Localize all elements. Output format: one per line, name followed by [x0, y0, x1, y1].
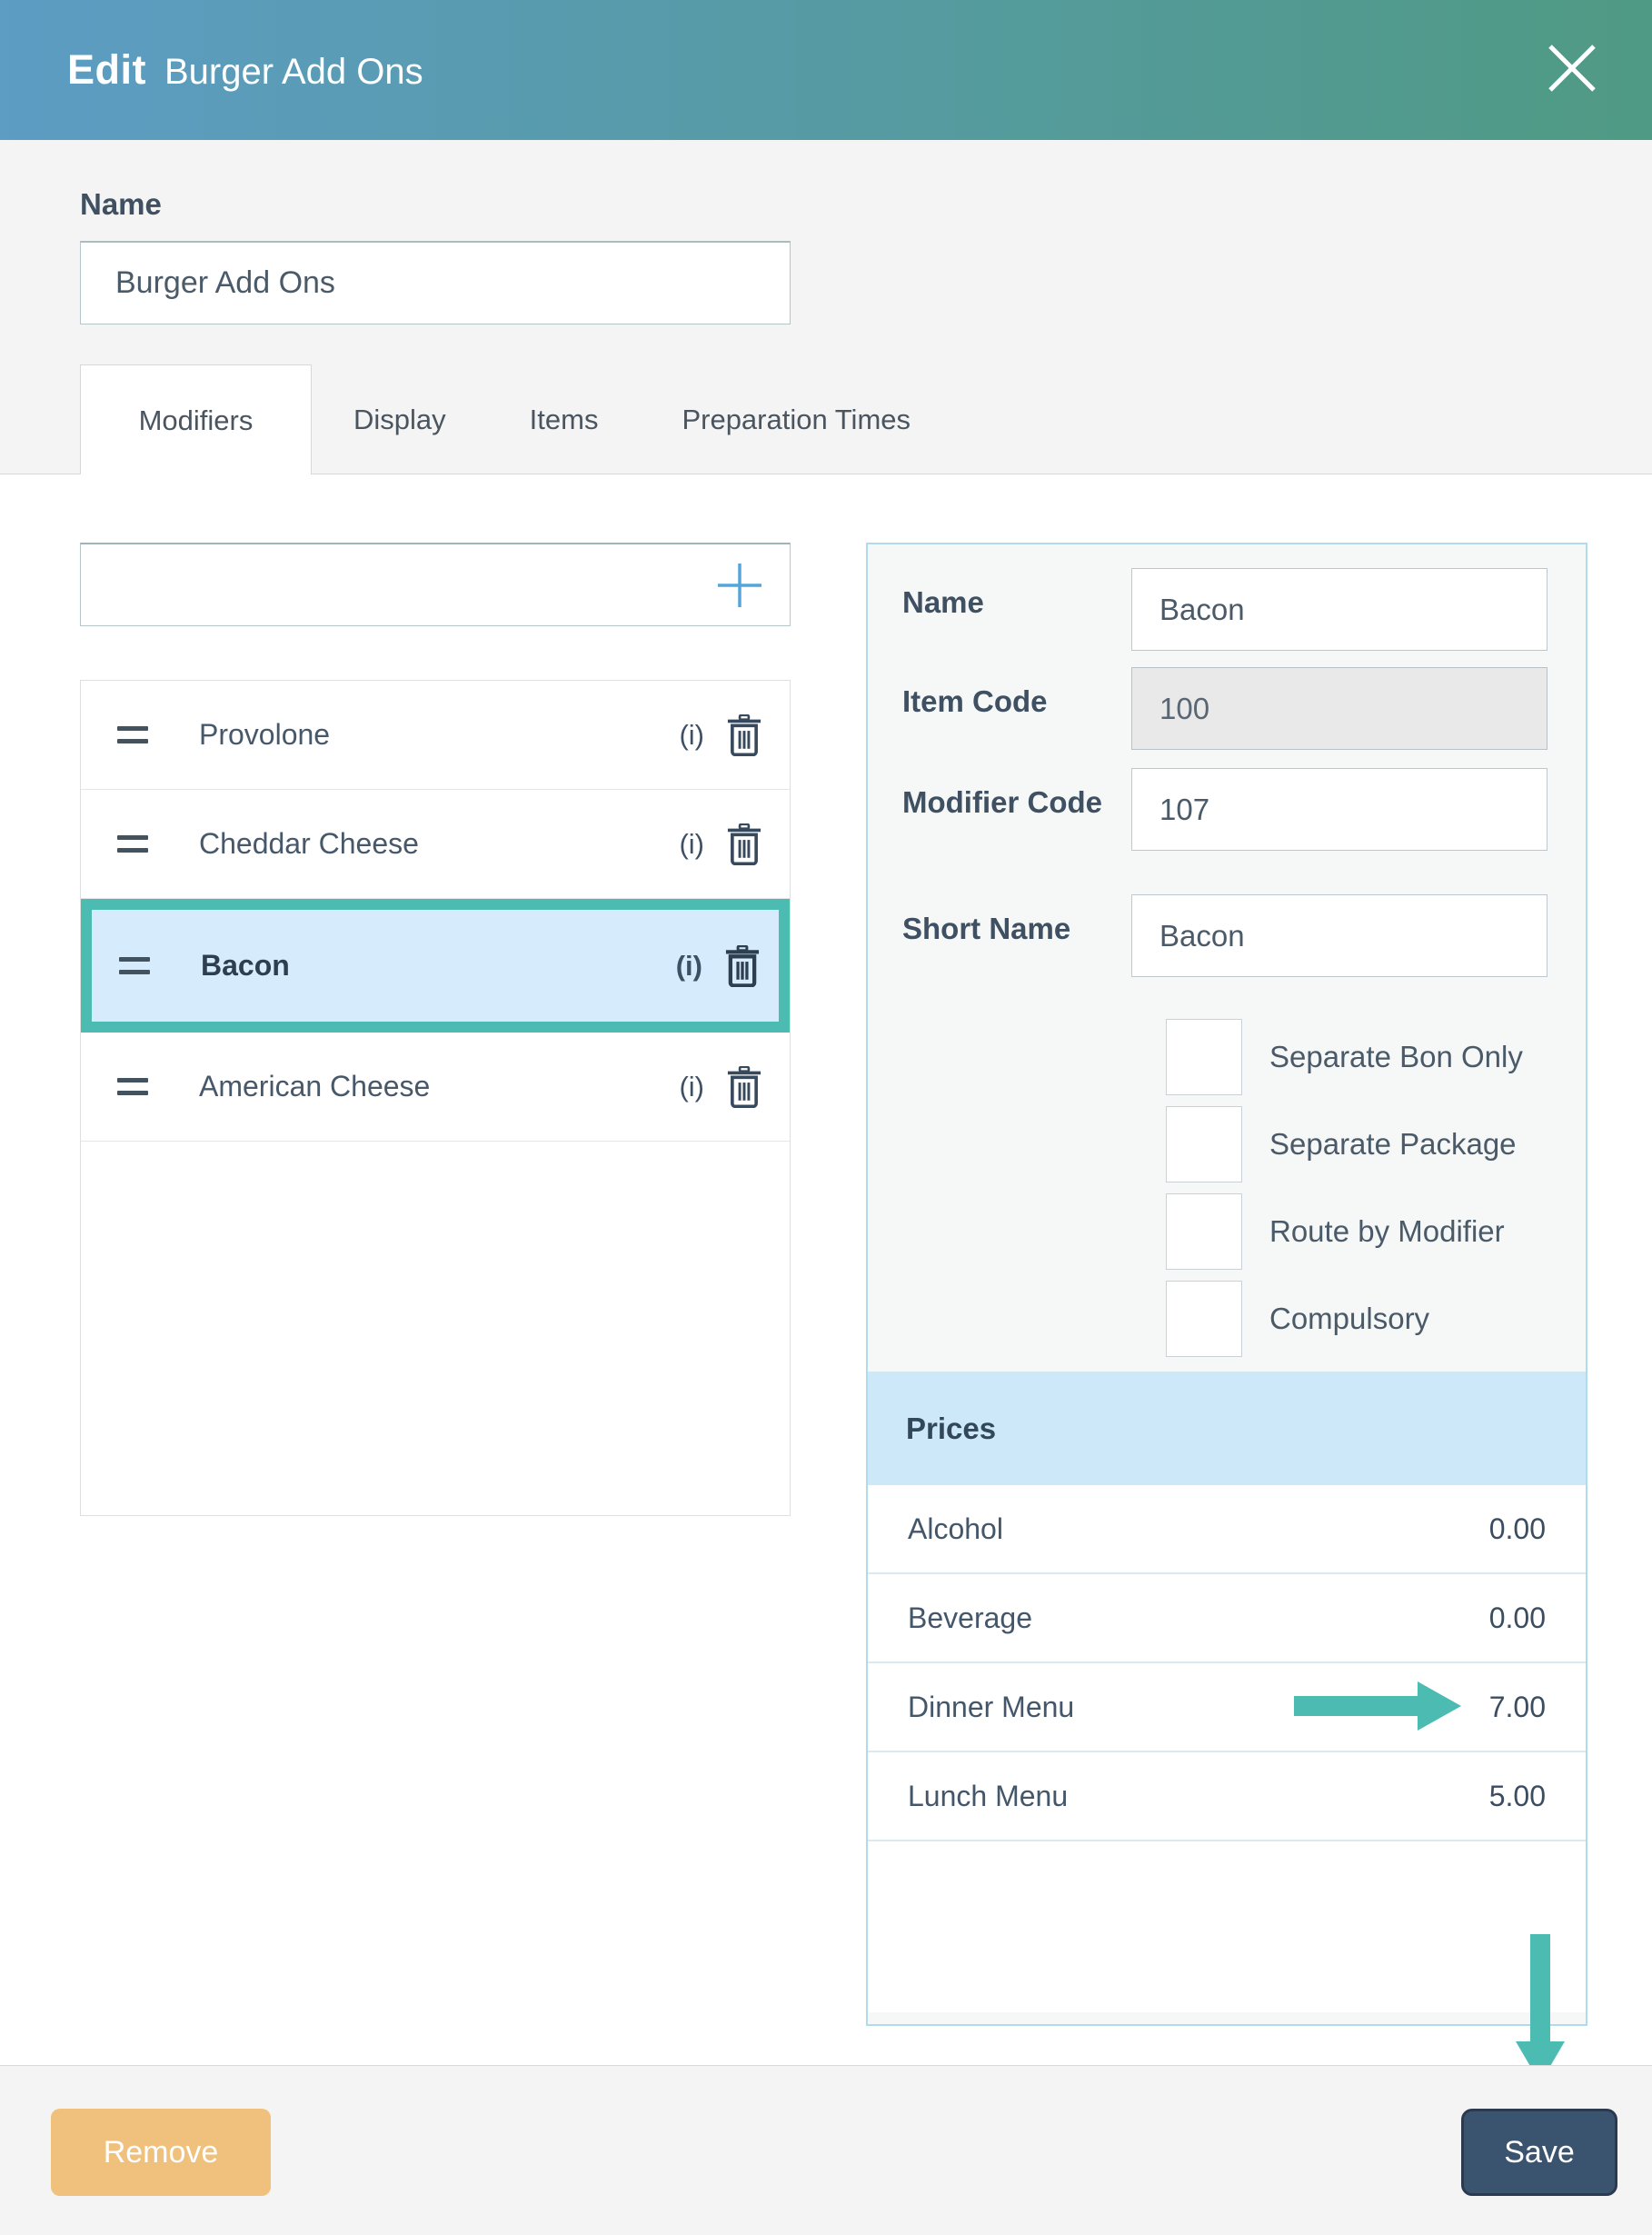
- detail-name-input[interactable]: [1131, 568, 1548, 651]
- compulsory-checkbox[interactable]: [1166, 1281, 1242, 1357]
- trash-icon[interactable]: [724, 945, 761, 987]
- tab-modifiers-label: Modifiers: [139, 404, 254, 437]
- detail-short-name-input[interactable]: [1131, 894, 1548, 977]
- modifier-name: Provolone: [199, 718, 679, 752]
- route-by-modifier-checkbox[interactable]: [1166, 1193, 1242, 1270]
- detail-name-label: Name: [902, 568, 1131, 651]
- drag-handle-icon[interactable]: [119, 957, 150, 974]
- close-icon: [1546, 42, 1598, 95]
- trash-icon[interactable]: [726, 714, 762, 756]
- modal-header: Edit Burger Add Ons: [0, 0, 1652, 140]
- modal-top-section: Name Modifiers Display Items Preparation…: [0, 140, 1652, 474]
- prices-title: Prices: [906, 1412, 996, 1446]
- modifier-list: Provolone (i) Cheddar Cheese: [80, 680, 791, 1516]
- tab-content-modifiers: Provolone (i) Cheddar Cheese: [0, 474, 1652, 2065]
- list-item-bacon-selected[interactable]: Bacon (i): [81, 899, 790, 1033]
- tab-items[interactable]: Items: [488, 366, 641, 475]
- modal-title-prefix: Edit: [67, 46, 146, 94]
- info-icon[interactable]: (i): [679, 1071, 704, 1103]
- prices-section-header: Prices: [868, 1372, 1586, 1485]
- detail-item-code-label: Item Code: [902, 667, 1131, 750]
- separate-bon-only-checkbox[interactable]: [1166, 1019, 1242, 1095]
- price-row-beverage[interactable]: Beverage 0.00: [868, 1574, 1586, 1663]
- price-value[interactable]: 7.00: [1489, 1691, 1546, 1724]
- detail-item-code-input: [1131, 667, 1548, 750]
- price-label: Alcohol: [908, 1512, 1003, 1546]
- modifier-name: American Cheese: [199, 1070, 679, 1103]
- trash-icon[interactable]: [726, 1066, 762, 1108]
- tab-bar: Modifiers Display Items Preparation Time…: [80, 364, 952, 475]
- modal-title-name: Burger Add Ons: [164, 52, 423, 93]
- modifier-detail-panel: Name Item Code Modifier Code Short Name: [866, 543, 1587, 2026]
- price-label: Lunch Menu: [908, 1780, 1068, 1813]
- price-value[interactable]: 0.00: [1489, 1601, 1546, 1635]
- compulsory-label: Compulsory: [1269, 1302, 1429, 1336]
- list-item-american-cheese[interactable]: American Cheese (i): [81, 1033, 790, 1142]
- drag-handle-icon[interactable]: [117, 726, 148, 743]
- detail-modifier-code-label: Modifier Code: [902, 768, 1131, 851]
- save-button[interactable]: Save: [1461, 2109, 1617, 2196]
- price-row-alcohol[interactable]: Alcohol 0.00: [868, 1485, 1586, 1574]
- info-icon[interactable]: (i): [679, 719, 704, 752]
- tab-preparation-times-label: Preparation Times: [682, 404, 911, 435]
- route-by-modifier-label: Route by Modifier: [1269, 1214, 1505, 1249]
- modal-title: Edit Burger Add Ons: [67, 46, 423, 94]
- modifier-name: Cheddar Cheese: [199, 827, 679, 861]
- price-row-lunch-menu[interactable]: Lunch Menu 5.00: [868, 1752, 1586, 1841]
- price-label: Dinner Menu: [908, 1691, 1074, 1724]
- info-icon[interactable]: (i): [679, 828, 704, 861]
- tab-preparation-times[interactable]: Preparation Times: [640, 366, 952, 475]
- tab-modifiers[interactable]: Modifiers: [80, 364, 312, 475]
- list-item-cheddar-cheese[interactable]: Cheddar Cheese (i): [81, 790, 790, 899]
- separate-package-checkbox[interactable]: [1166, 1106, 1242, 1182]
- list-item-provolone[interactable]: Provolone (i): [81, 681, 790, 790]
- separate-bon-only-label: Separate Bon Only: [1269, 1040, 1523, 1074]
- price-label: Beverage: [908, 1601, 1032, 1635]
- info-icon[interactable]: (i): [676, 950, 702, 983]
- tab-display-label: Display: [353, 404, 446, 435]
- tab-items-label: Items: [530, 404, 599, 435]
- detail-checkbox-group: Separate Bon Only Separate Package Route…: [1166, 1019, 1549, 1357]
- close-button[interactable]: [1545, 41, 1599, 95]
- detail-modifier-code-input[interactable]: [1131, 768, 1548, 851]
- prices-table: Alcohol 0.00 Beverage 0.00 Dinner Menu 7…: [868, 1485, 1586, 2012]
- remove-button[interactable]: Remove: [51, 2109, 271, 2196]
- add-modifier-box: [80, 543, 791, 626]
- group-name-label: Name: [80, 187, 162, 222]
- price-row-dinner-menu[interactable]: Dinner Menu 7.00: [868, 1663, 1586, 1752]
- tab-display[interactable]: Display: [312, 366, 488, 475]
- drag-handle-icon[interactable]: [117, 835, 148, 853]
- price-value[interactable]: 5.00: [1489, 1780, 1546, 1813]
- price-value[interactable]: 0.00: [1489, 1512, 1546, 1546]
- modal-footer: Remove Save: [0, 2065, 1652, 2235]
- prices-empty-area: [868, 1841, 1586, 2012]
- edit-modifier-group-modal: Edit Burger Add Ons Name Modifiers Displ…: [0, 0, 1652, 2235]
- trash-icon[interactable]: [726, 823, 762, 865]
- separate-package-label: Separate Package: [1269, 1127, 1517, 1162]
- add-modifier-plus-icon[interactable]: [715, 561, 764, 610]
- drag-handle-icon[interactable]: [117, 1078, 148, 1095]
- detail-short-name-label: Short Name: [902, 894, 1131, 977]
- modifier-name: Bacon: [201, 949, 676, 983]
- group-name-input[interactable]: [80, 241, 791, 324]
